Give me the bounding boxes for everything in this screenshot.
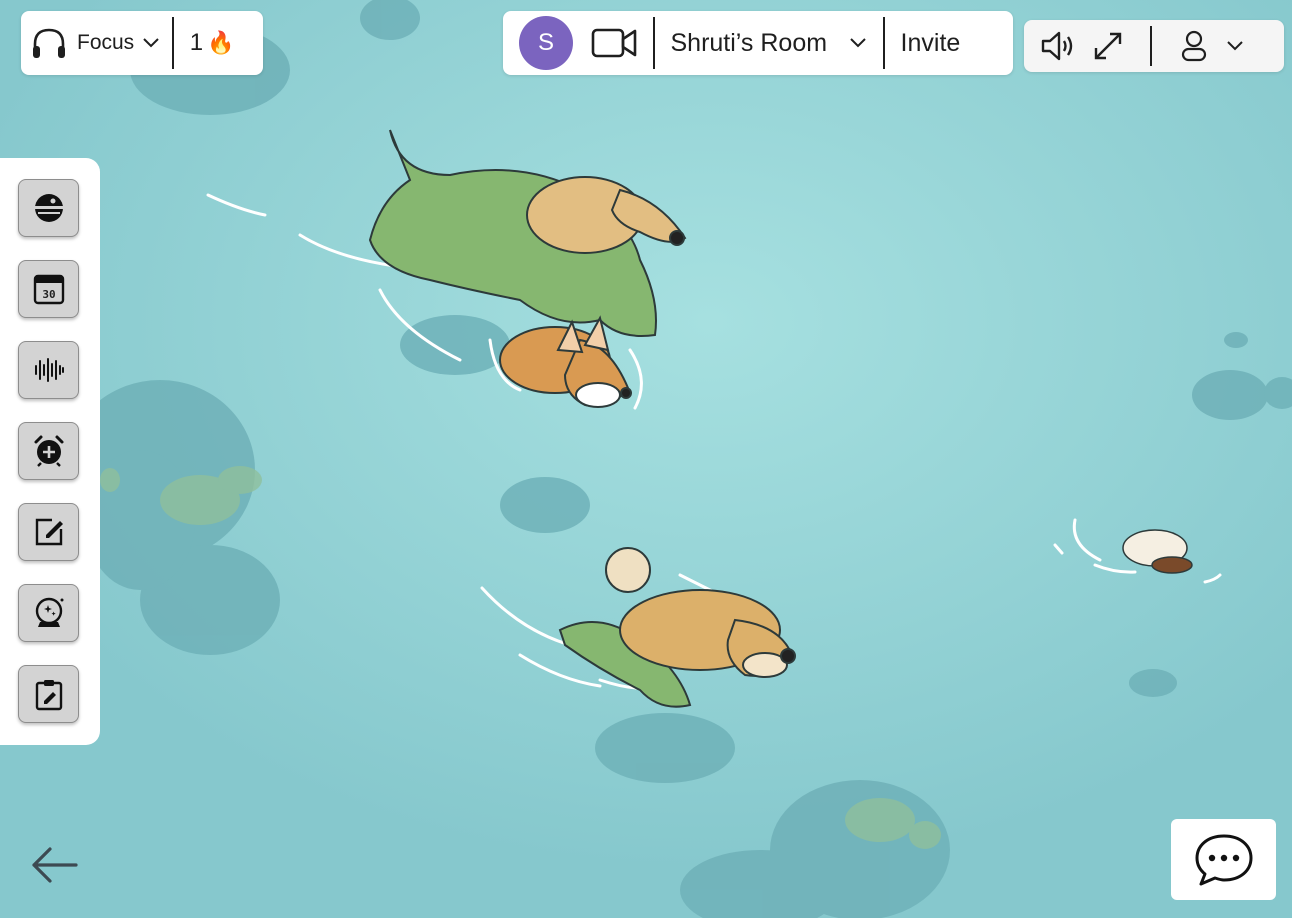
scene-button[interactable] bbox=[18, 179, 79, 237]
chevron-down-icon bbox=[850, 38, 866, 48]
calendar-date: 30 bbox=[42, 288, 55, 301]
room-dropdown[interactable]: Shruti’s Room bbox=[655, 11, 884, 75]
video-camera-button[interactable] bbox=[591, 27, 637, 59]
tasks-button[interactable] bbox=[18, 665, 79, 723]
calendar-icon: 30 bbox=[33, 274, 64, 305]
crystal-ball-icon bbox=[35, 597, 63, 627]
streak-count: 1 bbox=[189, 29, 204, 56]
room-name: Shruti’s Room bbox=[670, 28, 828, 57]
chat-bubble-icon bbox=[1195, 834, 1252, 885]
fire-icon: 🔥 bbox=[207, 30, 235, 55]
pond-scene bbox=[0, 0, 1292, 918]
alarm-add-icon bbox=[34, 435, 63, 467]
avatar[interactable]: S bbox=[519, 16, 573, 70]
alarm-button[interactable] bbox=[18, 422, 79, 480]
notes-button[interactable] bbox=[18, 503, 79, 561]
streak-counter[interactable]: 1 🔥 bbox=[174, 29, 247, 57]
focus-mode-dropdown[interactable]: Focus bbox=[21, 11, 172, 75]
focus-panel: Focus 1 🔥 bbox=[21, 11, 263, 75]
fortune-button[interactable] bbox=[18, 584, 79, 642]
sounds-button[interactable] bbox=[18, 341, 79, 399]
calendar-button[interactable]: 30 bbox=[18, 260, 79, 318]
volume-button[interactable] bbox=[1040, 29, 1076, 63]
expand-icon bbox=[1094, 32, 1122, 60]
room-panel: S Shruti’s Room Invite bbox=[503, 11, 1013, 75]
headphones-icon bbox=[33, 28, 65, 58]
controls-panel bbox=[1024, 20, 1284, 72]
scene-globe-icon bbox=[34, 194, 63, 222]
arrow-left-icon bbox=[32, 847, 78, 883]
focus-mode-label: Focus bbox=[77, 31, 135, 54]
speaker-icon bbox=[1041, 31, 1073, 61]
back-button[interactable] bbox=[28, 843, 80, 887]
chevron-down-icon bbox=[1226, 41, 1243, 51]
invite-button[interactable]: Invite bbox=[885, 29, 977, 58]
chat-button[interactable] bbox=[1171, 819, 1276, 900]
video-camera-icon bbox=[591, 28, 637, 58]
user-icon bbox=[1181, 30, 1206, 62]
notes-edit-icon bbox=[35, 518, 63, 546]
clipboard-edit-icon bbox=[35, 680, 62, 711]
profile-dropdown[interactable] bbox=[1152, 30, 1272, 62]
fullscreen-button[interactable] bbox=[1092, 30, 1124, 62]
left-toolbar: 30 bbox=[0, 158, 100, 745]
chevron-down-icon bbox=[143, 38, 159, 48]
sound-wave-icon bbox=[34, 358, 64, 382]
